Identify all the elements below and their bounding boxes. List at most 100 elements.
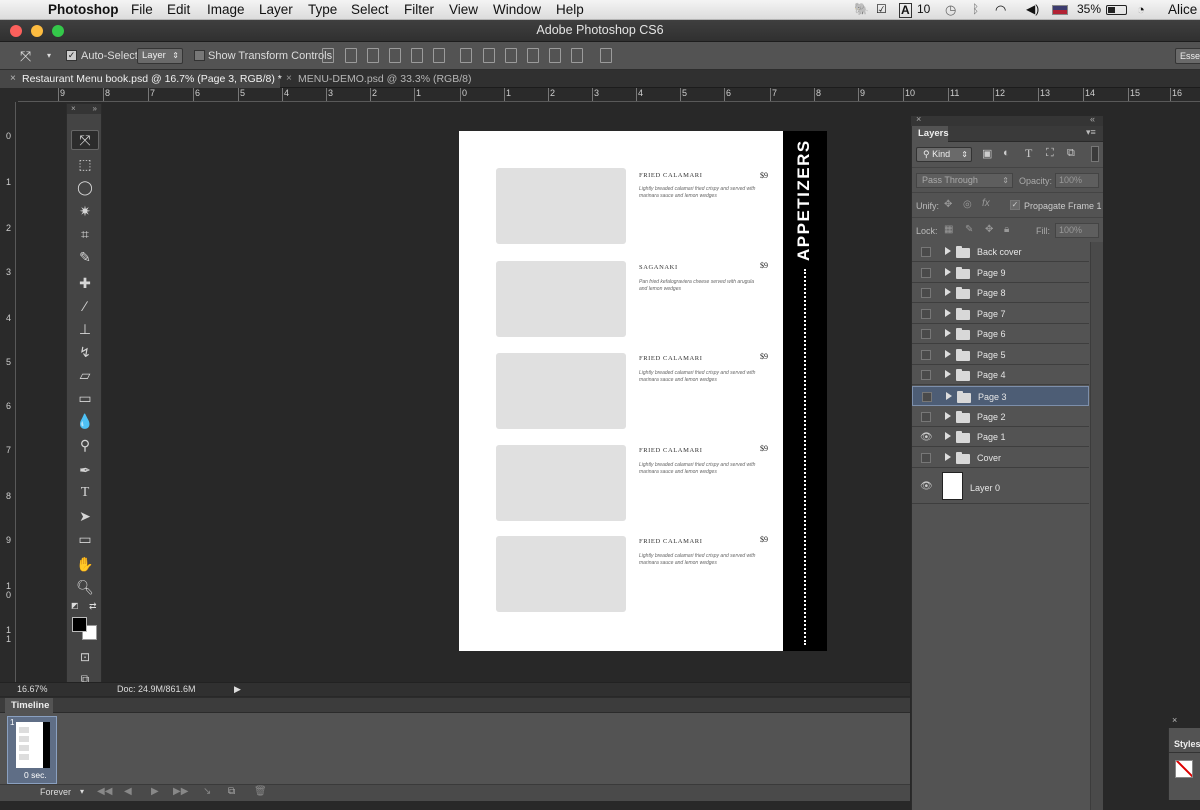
prev-frame-icon[interactable]: ◀: [124, 786, 132, 797]
minimize-window-icon[interactable]: [31, 25, 43, 37]
visibility-toggle[interactable]: [921, 247, 931, 257]
lock-pixels-icon[interactable]: ✎: [965, 224, 973, 235]
move-tool-icon[interactable]: ⤧: [20, 48, 31, 65]
visibility-toggle[interactable]: [921, 453, 931, 463]
history-brush-icon[interactable]: ↯: [71, 342, 99, 362]
close-panel-icon[interactable]: ×: [916, 114, 921, 124]
layer-row-back-cover[interactable]: Back cover: [912, 242, 1089, 262]
tools-panel-header[interactable]: ×»: [67, 104, 101, 114]
hand-tool-icon[interactable]: ✋: [71, 554, 99, 574]
expand-arrow-icon[interactable]: [946, 392, 952, 400]
animation-frame[interactable]: 1 0 sec.: [7, 716, 57, 784]
checkbox-status-icon[interactable]: ☑: [876, 2, 887, 16]
filter-adjustment-icon[interactable]: ◐: [1003, 147, 1010, 159]
type-tool-icon[interactable]: T: [71, 483, 99, 503]
blend-mode-dropdown[interactable]: Pass Through ⇕: [916, 173, 1013, 188]
lasso-tool-icon[interactable]: ◯: [71, 177, 99, 197]
new-frame-icon[interactable]: ⧉: [228, 786, 235, 797]
user-name[interactable]: Alice: [1168, 2, 1197, 17]
distribute-bottom-icon[interactable]: [505, 48, 517, 63]
frame-delay[interactable]: 0 sec.: [24, 770, 47, 780]
maximize-window-icon[interactable]: [52, 25, 64, 37]
menu-file[interactable]: File: [131, 2, 153, 17]
align-hcenter-icon[interactable]: [411, 48, 423, 63]
next-frame-icon[interactable]: ▶▶: [173, 786, 188, 797]
move-tool-icon[interactable]: ⤧: [71, 130, 99, 150]
adobe-status-icon[interactable]: A: [899, 3, 912, 18]
menu-edit[interactable]: Edit: [167, 2, 190, 17]
distribute-left-icon[interactable]: [527, 48, 539, 63]
propagate-checkbox[interactable]: ✓: [1010, 200, 1020, 210]
eye-icon[interactable]: 👁︎: [920, 481, 933, 492]
layer-row-page-6[interactable]: Page 6: [912, 324, 1089, 344]
tween-icon[interactable]: ↘: [203, 786, 211, 797]
status-menu-arrow-icon[interactable]: ▶: [234, 684, 241, 695]
tab-menu-demo[interactable]: × MENU-DEMO.psd @ 33.3% (RGB/8): [282, 70, 482, 88]
menu-filter[interactable]: Filter: [404, 2, 434, 17]
visibility-toggle[interactable]: [921, 309, 931, 319]
lock-all-icon[interactable]: 🔒︎: [1004, 224, 1009, 235]
expand-arrow-icon[interactable]: [945, 247, 951, 255]
layer-row-page-7[interactable]: Page 7: [912, 304, 1089, 324]
distribute-right-icon[interactable]: [571, 48, 583, 63]
visibility-toggle[interactable]: [921, 268, 931, 278]
crop-tool-icon[interactable]: ⌗: [71, 224, 99, 244]
gradient-tool-icon[interactable]: ▭: [71, 388, 99, 408]
pen-tool-icon[interactable]: ✒: [71, 460, 99, 480]
horizontal-ruler[interactable]: 9 8 7 6 5 4 3 2 1 0 1 2 3 4 5 6 7 8 9 10 11 12 13 14 15 16: [18, 88, 1200, 102]
auto-align-icon[interactable]: [600, 48, 612, 63]
menu-window[interactable]: Window: [493, 2, 541, 17]
menu-layer[interactable]: Layer: [259, 2, 293, 17]
brush-tool-icon[interactable]: ∕: [71, 296, 99, 316]
filter-kind-dropdown[interactable]: ⚲ Kind ⇕: [916, 147, 972, 162]
loop-dropdown-icon[interactable]: ▾: [80, 787, 84, 796]
unify-style-icon[interactable]: fx: [982, 198, 990, 209]
zoom-level[interactable]: 16.67%: [17, 684, 48, 694]
unify-position-icon[interactable]: ✥: [944, 199, 952, 210]
filter-smart-object-icon[interactable]: ⧉: [1067, 147, 1075, 160]
fill-input[interactable]: 100%: [1055, 223, 1099, 238]
eraser-tool-icon[interactable]: ▱: [71, 365, 99, 385]
flag-input-icon[interactable]: [1052, 5, 1068, 15]
expand-arrow-icon[interactable]: [945, 329, 951, 337]
unify-visibility-icon[interactable]: ◎: [963, 199, 972, 210]
delete-frame-icon[interactable]: 🗑︎: [254, 786, 267, 797]
auto-select-dropdown[interactable]: Layer ⇕: [137, 48, 183, 64]
styles-tab[interactable]: Styles: [1169, 736, 1200, 753]
align-right-icon[interactable]: [433, 48, 445, 63]
layer-row-page-8[interactable]: Page 8: [912, 283, 1089, 303]
battery-icon[interactable]: [1106, 5, 1127, 15]
workspace-button[interactable]: Esse: [1175, 48, 1200, 64]
doc-info[interactable]: Doc: 24.9M/861.6M: [117, 684, 196, 694]
align-vcenter-icon[interactable]: [345, 48, 357, 63]
magic-wand-icon[interactable]: ✷: [71, 201, 99, 221]
menu-app-name[interactable]: Photoshop: [48, 2, 119, 17]
expand-arrow-icon[interactable]: [945, 370, 951, 378]
layers-tab[interactable]: Layers: [912, 126, 949, 142]
zoom-tool-icon[interactable]: 🔍︎: [71, 577, 99, 597]
filter-type-icon[interactable]: T: [1025, 146, 1032, 161]
layer-row-page-4[interactable]: Page 4: [912, 365, 1089, 385]
document-page[interactable]: FRIED CALAMARI Lightly breaded calamari …: [459, 131, 783, 651]
marquee-tool-icon[interactable]: ⬚: [71, 154, 99, 174]
filter-pixel-icon[interactable]: ▣: [982, 147, 992, 160]
collapse-panel-icon[interactable]: «: [1090, 114, 1095, 124]
loop-dropdown[interactable]: Forever: [40, 787, 71, 797]
evernote-icon[interactable]: 🐘: [854, 2, 869, 16]
layer-row-page-2[interactable]: Page 2: [912, 407, 1089, 427]
clone-stamp-icon[interactable]: ⊥: [71, 319, 99, 339]
visibility-toggle[interactable]: [921, 329, 931, 339]
menu-image[interactable]: Image: [207, 2, 245, 17]
tab-restaurant-menu[interactable]: × Restaurant Menu book.psd @ 16.7% (Page…: [0, 70, 282, 88]
vertical-ruler[interactable]: 0 1 2 3 4 5 6 7 8 9 1 0 1 1: [0, 102, 16, 682]
default-colors-icon[interactable]: ◩: [71, 601, 79, 610]
menu-help[interactable]: Help: [556, 2, 584, 17]
layer-row-page-3[interactable]: Page 3: [912, 386, 1089, 406]
expand-arrow-icon[interactable]: [945, 268, 951, 276]
align-top-icon[interactable]: [322, 48, 334, 63]
layer-row-cover[interactable]: Cover: [912, 448, 1089, 468]
panel-menu-icon[interactable]: ▾≡: [1086, 127, 1096, 138]
close-tab-icon[interactable]: ×: [286, 70, 292, 88]
align-left-icon[interactable]: [389, 48, 401, 63]
filter-toggle[interactable]: [1091, 146, 1099, 162]
